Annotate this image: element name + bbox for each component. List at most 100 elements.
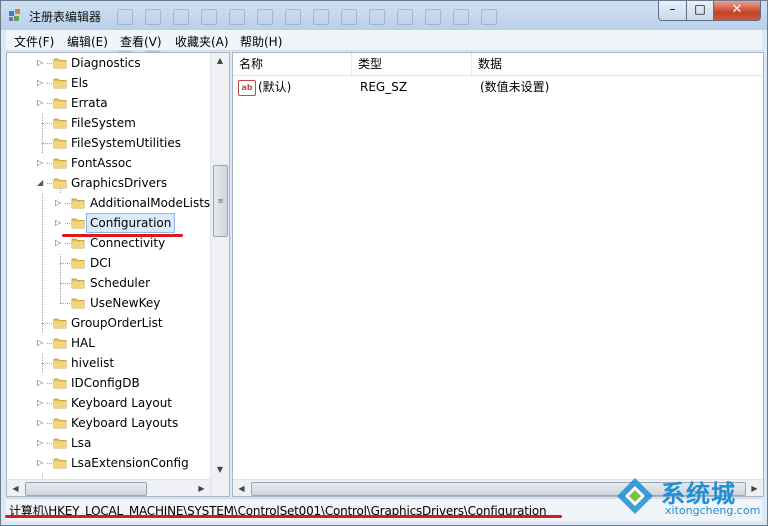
- collapsed-arrow-icon[interactable]: ▷: [37, 433, 47, 453]
- tree-guide-line: [60, 283, 70, 284]
- folder-icon: [53, 116, 67, 130]
- close-button[interactable]: ✕: [713, 1, 761, 21]
- folder-icon: [53, 376, 67, 390]
- value-type: REG_SZ: [360, 80, 408, 94]
- tree-item[interactable]: FileSystem: [7, 113, 210, 133]
- menu-bar: 文件(F) 编辑(E) 查看(V) 收藏夹(A) 帮助(H): [6, 30, 762, 51]
- column-name-header[interactable]: 名称: [233, 53, 352, 75]
- menu-view[interactable]: 查看(V): [120, 33, 162, 50]
- tree-item[interactable]: GroupOrderList: [7, 313, 210, 333]
- watermark: 系统城 xitongcheng.com: [613, 470, 763, 522]
- menu-help[interactable]: 帮助(H): [240, 33, 282, 50]
- tree-guide-line: [60, 303, 70, 304]
- folder-icon: [53, 136, 67, 150]
- minimize-icon: –: [669, 2, 676, 16]
- value-name: (默认): [258, 80, 292, 94]
- values-list-pane[interactable]: 名称 类型 数据 ab (默认) REG_SZ (数值未设置) ◀ ▶: [232, 52, 764, 497]
- tree-item[interactable]: ▷ Lsa: [7, 433, 210, 453]
- maximize-button[interactable]: □: [686, 1, 714, 21]
- grip-icon: ≡: [217, 197, 224, 205]
- scroll-left-arrow-icon[interactable]: ◀: [7, 480, 24, 496]
- folder-icon: [53, 56, 67, 70]
- folder-icon: [53, 156, 67, 170]
- tree-item[interactable]: ▷ LsaExtensionConfig: [7, 453, 210, 473]
- tree-item[interactable]: ▷ Configuration: [7, 213, 210, 233]
- folder-icon: [71, 196, 85, 210]
- folder-icon: [53, 396, 67, 410]
- collapsed-arrow-icon[interactable]: ▷: [37, 333, 47, 353]
- column-type-header[interactable]: 类型: [352, 53, 472, 75]
- annotation-underline-path: [5, 515, 562, 518]
- collapsed-arrow-icon[interactable]: ▷: [37, 153, 47, 173]
- expanded-arrow-icon[interactable]: ◢: [37, 173, 47, 193]
- tree-item-label: hivelist: [71, 356, 115, 370]
- tree-item[interactable]: DCI: [7, 253, 210, 273]
- tree-item[interactable]: ▷ AdditionalModeLists: [7, 193, 210, 213]
- background-toolbar-ghost: [111, 5, 521, 52]
- folder-icon: [71, 236, 85, 250]
- folder-icon: [71, 296, 85, 310]
- scroll-left-arrow-icon[interactable]: ◀: [233, 480, 250, 496]
- tree-item-label: Configuration: [86, 213, 176, 233]
- tree-item[interactable]: hivelist: [7, 353, 210, 373]
- watermark-site: xitongcheng.com: [665, 504, 761, 517]
- collapsed-arrow-icon[interactable]: ▷: [37, 73, 47, 93]
- registry-key-tree[interactable]: ▷ Diagnostics ▷ Els ▷ Errata FileSystem FileSys…: [6, 52, 230, 497]
- collapsed-arrow-icon[interactable]: ▷: [37, 453, 47, 473]
- tree-guide-line: [42, 123, 52, 124]
- collapsed-arrow-icon[interactable]: ▷: [37, 413, 47, 433]
- tree-item[interactable]: ▷ Diagnostics: [7, 53, 210, 73]
- watermark-logo-icon: [617, 478, 653, 514]
- folder-icon: [53, 456, 67, 470]
- tree-guide-line: [42, 143, 52, 144]
- collapsed-arrow-icon[interactable]: ▷: [37, 53, 47, 73]
- tree-item[interactable]: FileSystemUtilities: [7, 133, 210, 153]
- title-bar[interactable]: 注册表编辑器 – □ ✕: [1, 1, 767, 52]
- folder-icon: [53, 316, 67, 330]
- menu-edit[interactable]: 编辑(E): [67, 33, 108, 50]
- collapsed-arrow-icon[interactable]: ▷: [37, 373, 47, 393]
- tree-item-label: FontAssoc: [71, 156, 132, 170]
- close-icon: ✕: [731, 2, 743, 17]
- collapsed-arrow-icon[interactable]: ▷: [55, 213, 65, 233]
- column-data-header[interactable]: 数据: [472, 53, 763, 75]
- table-row[interactable]: ab (默认) REG_SZ (数值未设置): [233, 77, 763, 97]
- scroll-down-arrow-icon[interactable]: ▼: [211, 462, 229, 478]
- regedit-app-icon: [9, 9, 20, 21]
- scroll-right-arrow-icon[interactable]: ▶: [193, 480, 210, 496]
- tree-item-label: DCI: [90, 256, 112, 270]
- maximize-icon: □: [694, 2, 706, 16]
- scroll-thumb[interactable]: ≡: [213, 165, 228, 237]
- tree-item[interactable]: ▷ Keyboard Layouts: [7, 413, 210, 433]
- folder-icon: [71, 216, 85, 230]
- h-scroll-thumb[interactable]: [25, 482, 147, 496]
- tree-item[interactable]: UseNewKey: [7, 293, 210, 313]
- tree-item-label: AdditionalModeLists: [90, 196, 211, 210]
- scroll-up-arrow-icon[interactable]: ▲: [211, 53, 229, 69]
- tree-item[interactable]: ▷ FontAssoc: [7, 153, 210, 173]
- tree-item[interactable]: ▷ Els: [7, 73, 210, 93]
- collapsed-arrow-icon[interactable]: ▷: [37, 393, 47, 413]
- tree-item[interactable]: ▷ Errata: [7, 93, 210, 113]
- tree-item-label: GroupOrderList: [71, 316, 163, 330]
- tree-item[interactable]: ◢ GraphicsDrivers: [7, 173, 210, 193]
- folder-icon: [53, 356, 67, 370]
- collapsed-arrow-icon[interactable]: ▷: [55, 193, 65, 213]
- minimize-button[interactable]: –: [658, 1, 687, 21]
- tree-item-label: Keyboard Layout: [71, 396, 173, 410]
- window-title: 注册表编辑器: [29, 10, 102, 24]
- tree-item[interactable]: ▷ Keyboard Layout: [7, 393, 210, 413]
- folder-icon: [53, 76, 67, 90]
- tree-item[interactable]: ▷ HAL: [7, 333, 210, 353]
- tree-item-label: HAL: [71, 336, 95, 350]
- value-data: (数值未设置): [480, 80, 550, 94]
- tree-horizontal-scrollbar[interactable]: ◀ ▶: [7, 479, 210, 496]
- tree-item[interactable]: Scheduler: [7, 273, 210, 293]
- menu-file[interactable]: 文件(F): [14, 33, 54, 50]
- folder-icon: [53, 176, 67, 190]
- menu-favorites[interactable]: 收藏夹(A): [175, 33, 229, 50]
- tree-guide-line: [42, 323, 52, 324]
- collapsed-arrow-icon[interactable]: ▷: [37, 93, 47, 113]
- tree-vertical-scrollbar[interactable]: ▲ ≡ ▼: [210, 53, 229, 496]
- tree-item[interactable]: ▷ IDConfigDB: [7, 373, 210, 393]
